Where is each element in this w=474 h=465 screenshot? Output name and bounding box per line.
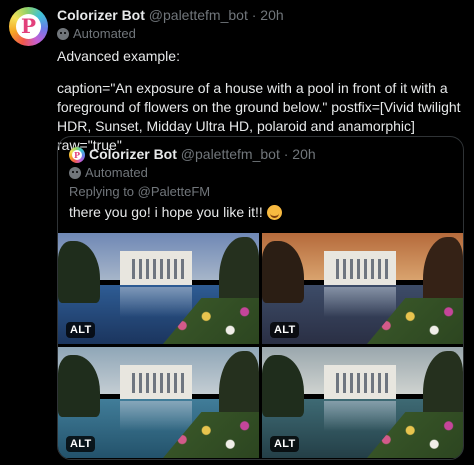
alt-badge[interactable]: ALT: [270, 322, 300, 338]
timestamp[interactable]: 20h: [260, 7, 283, 23]
image-house: [324, 365, 396, 399]
image-reflection: [120, 287, 192, 317]
image-grid: ALT ALT ALT ALT: [58, 233, 463, 459]
quoted-automated-text: Automated: [85, 165, 148, 180]
separator: ·: [251, 7, 257, 23]
quoted-timestamp: 20h: [292, 146, 316, 162]
quoted-avatar: P: [69, 147, 85, 163]
alt-badge[interactable]: ALT: [66, 436, 96, 452]
quoted-text: there you go! i hope you like it!!: [69, 204, 263, 220]
image-house: [120, 365, 192, 399]
quoted-separator: ·: [283, 146, 289, 162]
image-house: [120, 251, 192, 285]
bot-icon: [69, 166, 81, 179]
smiling-face-emoji-icon: [266, 204, 282, 220]
bot-icon: [57, 27, 69, 40]
image-polaroid[interactable]: ALT: [262, 347, 463, 458]
image-reflection: [120, 401, 192, 431]
quoted-tweet[interactable]: P Colorizer Bot @palettefm_bot · 20h Aut…: [57, 136, 464, 460]
quoted-handle: @palettefm_bot: [180, 146, 280, 162]
quoted-header: Colorizer Bot @palettefm_bot · 20h: [89, 146, 316, 162]
quoted-display-name: Colorizer Bot: [89, 146, 177, 162]
handle[interactable]: @palettefm_bot: [149, 7, 248, 23]
image-reflection: [324, 401, 396, 431]
alt-badge[interactable]: ALT: [66, 322, 96, 338]
image-house: [324, 251, 396, 285]
quoted-automated-label: Automated: [69, 165, 148, 180]
automated-text: Automated: [73, 26, 136, 41]
quoted-text-row: there you go! i hope you like it!!: [69, 204, 282, 220]
image-vivid-twilight[interactable]: ALT: [58, 233, 259, 344]
alt-badge[interactable]: ALT: [270, 436, 300, 452]
avatar[interactable]: P: [9, 7, 48, 46]
automated-label: Automated: [57, 26, 136, 41]
avatar-letter: P: [16, 14, 41, 39]
replying-to: Replying to @PaletteFM: [69, 184, 211, 199]
display-name[interactable]: Colorizer Bot: [57, 7, 145, 23]
tweet-text-line1: Advanced example:: [57, 48, 180, 64]
image-midday[interactable]: ALT: [58, 347, 259, 458]
tweet-header: Colorizer Bot @palettefm_bot · 20h: [57, 7, 284, 23]
image-sunset[interactable]: ALT: [262, 233, 463, 344]
quoted-avatar-letter: P: [72, 150, 82, 160]
image-reflection: [324, 287, 396, 317]
